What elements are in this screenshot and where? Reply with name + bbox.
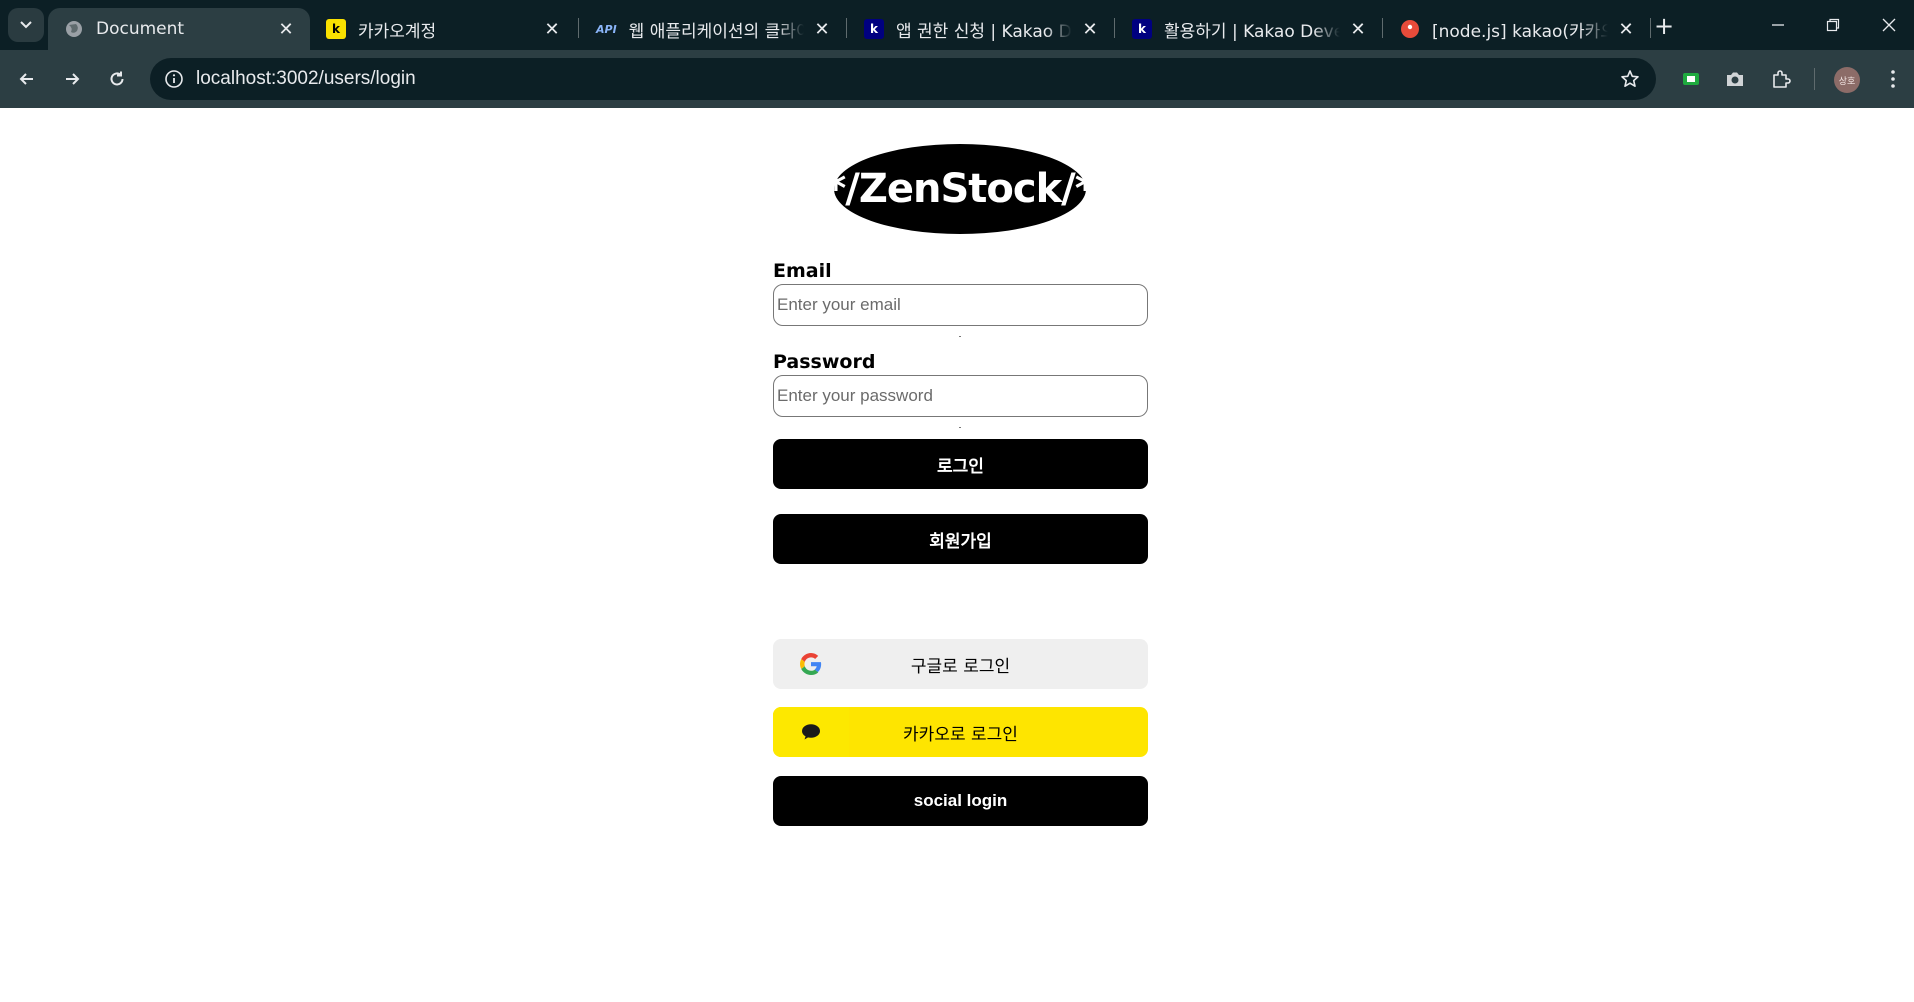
camera-icon[interactable] — [1722, 66, 1748, 92]
profile-avatar[interactable]: 상호 — [1834, 67, 1860, 93]
tab-title: 활용하기 | Kakao Develop — [1164, 21, 1340, 42]
minimize-button[interactable] — [1755, 8, 1801, 42]
site-info-icon[interactable] — [162, 67, 186, 91]
restore-button[interactable] — [1810, 8, 1856, 42]
speech-bubble-icon — [773, 707, 849, 757]
new-tab-button[interactable]: + — [1650, 12, 1678, 40]
toolbar-separator — [1814, 68, 1815, 90]
close-icon[interactable]: ✕ — [1616, 19, 1636, 40]
email-error-placeholder — [959, 336, 961, 337]
tab-usage[interactable]: k 활용하기 | Kakao Develop ✕ — [1116, 8, 1382, 50]
forward-button[interactable] — [55, 62, 89, 96]
email-label: Email — [773, 260, 832, 282]
extension-green-icon[interactable] — [1678, 66, 1704, 92]
signup-button[interactable]: 회원가입 — [773, 514, 1148, 564]
extensions-puzzle-icon[interactable] — [1768, 66, 1794, 92]
tab-title: 웹 애플리케이션의 클라이언 — [628, 21, 804, 42]
close-icon — [1882, 18, 1896, 32]
kakao-dev-icon: k — [1132, 19, 1152, 39]
close-icon[interactable]: ✕ — [1080, 19, 1100, 40]
tab-search-button[interactable] — [8, 8, 44, 42]
tab-nodejs-kakao[interactable]: [node.js] kakao(카카오) O ✕ — [1384, 8, 1650, 50]
kakao-login-label: 카카오로 로그인 — [903, 724, 1018, 745]
tab-web-app[interactable]: API 웹 애플리케이션의 클라이언 ✕ — [580, 8, 846, 50]
tab-document[interactable]: Document ✕ — [48, 8, 310, 50]
back-button[interactable] — [10, 62, 44, 96]
kakao-dev-icon: k — [864, 19, 884, 39]
arrow-left-icon — [19, 73, 33, 85]
close-window-button[interactable] — [1866, 8, 1912, 42]
tab-kakao-account[interactable]: k 카카오계정 ✕ — [310, 8, 576, 50]
google-login-button[interactable]: 구글로 로그인 — [773, 639, 1148, 689]
arrow-right-icon — [66, 73, 80, 85]
google-login-label: 구글로 로그인 — [910, 656, 1011, 677]
tab-title: Document — [96, 19, 185, 39]
login-button[interactable]: 로그인 — [773, 439, 1148, 489]
zenstock-logo: */ZenStock/* — [825, 144, 1096, 234]
more-menu-icon[interactable] — [1880, 66, 1906, 92]
email-field[interactable] — [773, 284, 1148, 326]
minimize-icon — [1772, 24, 1784, 26]
close-icon[interactable]: ✕ — [1348, 19, 1368, 40]
close-icon[interactable]: ✕ — [542, 19, 562, 40]
close-icon[interactable]: ✕ — [276, 19, 296, 40]
url-text[interactable]: localhost:3002/users/login — [196, 68, 416, 90]
tab-separator — [1382, 18, 1383, 38]
globe-icon — [64, 19, 84, 39]
google-icon — [773, 639, 849, 689]
blog-icon — [1400, 19, 1420, 39]
login-page: */ZenStock/* Email Password 로그인 회원가입 구글로… — [0, 108, 1914, 1002]
tab-separator — [1114, 18, 1115, 38]
kakao-login-button[interactable]: 카카오로 로그인 — [773, 707, 1148, 757]
bookmark-star-icon[interactable] — [1618, 67, 1642, 91]
tab-separator — [846, 18, 847, 38]
kakao-k-icon: k — [326, 19, 346, 39]
address-bar[interactable]: localhost:3002/users/login — [150, 58, 1656, 100]
reload-button[interactable] — [100, 62, 134, 96]
social-login-button[interactable]: social login — [773, 776, 1148, 826]
restore-icon — [1826, 18, 1840, 32]
tab-app-permission[interactable]: k 앱 권한 신청 | Kakao Deve ✕ — [848, 8, 1114, 50]
api-icon: API — [596, 22, 617, 36]
tab-separator — [578, 18, 579, 38]
tab-strip: Document ✕ k 카카오계정 ✕ API 웹 애플리케이션의 클라이언 … — [0, 0, 1914, 50]
close-icon[interactable]: ✕ — [812, 19, 832, 40]
tab-title: [node.js] kakao(카카오) O — [1432, 21, 1608, 42]
plus-icon: + — [1653, 12, 1675, 40]
password-error-placeholder — [959, 427, 961, 428]
password-field[interactable] — [773, 375, 1148, 417]
tab-title: 카카오계정 — [358, 21, 437, 42]
password-label: Password — [773, 351, 876, 373]
chevron-down-icon — [20, 21, 32, 29]
tab-title: 앱 권한 신청 | Kakao Deve — [896, 21, 1072, 42]
reload-icon — [110, 71, 124, 86]
